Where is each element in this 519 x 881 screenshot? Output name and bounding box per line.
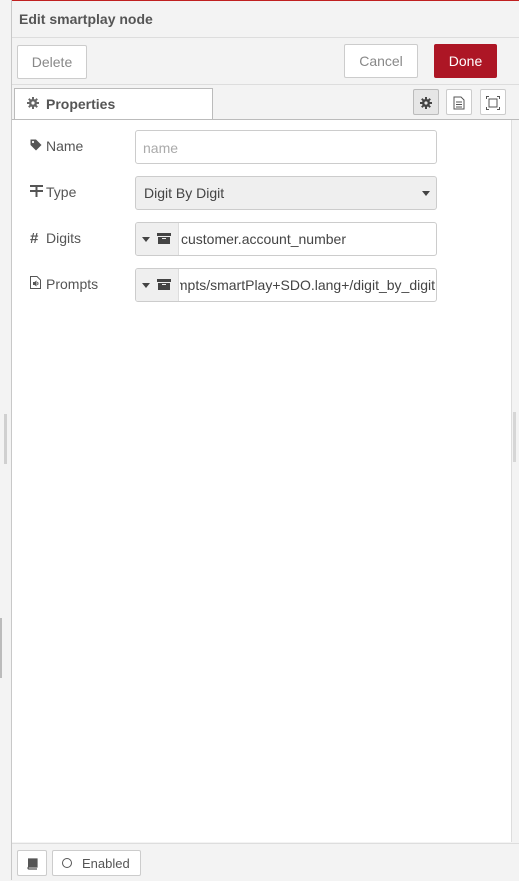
digits-label: # Digits: [30, 230, 82, 247]
type-select[interactable]: Digit By Digit: [135, 176, 437, 210]
tab-label: Properties: [46, 96, 116, 112]
archive-icon: [157, 279, 171, 290]
properties-panel: Name name Type Digit By Digit # Digits cu…: [12, 120, 512, 842]
audio-file-icon: [30, 276, 46, 292]
prompts-type-selector[interactable]: [136, 269, 179, 301]
tray-footer: Enabled: [12, 843, 519, 881]
circle-icon: [62, 858, 72, 868]
book-icon: [26, 856, 38, 870]
form-row-type: Type Digit By Digit: [12, 176, 511, 210]
right-resize-handle[interactable]: [513, 412, 516, 462]
gear-icon: [27, 97, 39, 112]
chevron-down-icon: [142, 237, 150, 242]
enabled-toggle[interactable]: Enabled: [52, 850, 141, 876]
type-label: Type: [30, 184, 76, 200]
tab-properties[interactable]: Properties: [14, 88, 213, 119]
digits-type-selector[interactable]: [136, 223, 179, 255]
tabs-row: Properties: [12, 85, 519, 120]
prompts-label: Prompts: [30, 276, 98, 292]
hash-icon: #: [30, 230, 39, 247]
resize-handle[interactable]: [4, 414, 7, 464]
gear-icon: [420, 94, 432, 109]
cancel-button[interactable]: Cancel: [344, 44, 418, 78]
prompts-value: mpts/smartPlay+SDO.lang+/digit_by_digit: [180, 277, 435, 293]
node-description-button[interactable]: [446, 89, 472, 115]
name-input[interactable]: name: [135, 130, 437, 164]
node-appearance-button[interactable]: [480, 89, 506, 115]
enabled-label: Enabled: [82, 856, 130, 871]
done-button[interactable]: Done: [434, 44, 497, 78]
name-placeholder: name: [143, 140, 179, 156]
document-icon: [453, 94, 465, 110]
filter-icon: [30, 184, 46, 200]
type-selected-value: Digit By Digit: [144, 185, 225, 201]
frame-icon: [486, 94, 500, 110]
canvas-edge-mark: [0, 618, 2, 678]
archive-icon: [157, 233, 171, 244]
prompts-typed-input[interactable]: mpts/smartPlay+SDO.lang+/digit_by_digit: [135, 268, 437, 302]
digits-value: customer.account_number: [181, 231, 346, 247]
form-row-digits: # Digits customer.account_number: [12, 222, 511, 256]
node-properties-button[interactable]: [413, 89, 439, 115]
name-label: Name: [30, 138, 83, 154]
tray-title: Edit smartplay node: [19, 11, 153, 27]
chevron-down-icon: [142, 283, 150, 288]
left-resize-gutter[interactable]: [0, 0, 12, 880]
node-help-button[interactable]: [17, 850, 47, 876]
form-row-name: Name name: [12, 130, 511, 164]
tray-header: Edit smartplay node: [12, 1, 519, 38]
form-row-prompts: Prompts mpts/smartPlay+SDO.lang+/digit_b…: [12, 268, 511, 302]
delete-button[interactable]: Delete: [17, 45, 87, 79]
chevron-down-icon: [422, 191, 430, 196]
tag-icon: [30, 138, 46, 154]
digits-typed-input[interactable]: customer.account_number: [135, 222, 437, 256]
tray-toolbar: Delete Cancel Done: [12, 38, 519, 85]
